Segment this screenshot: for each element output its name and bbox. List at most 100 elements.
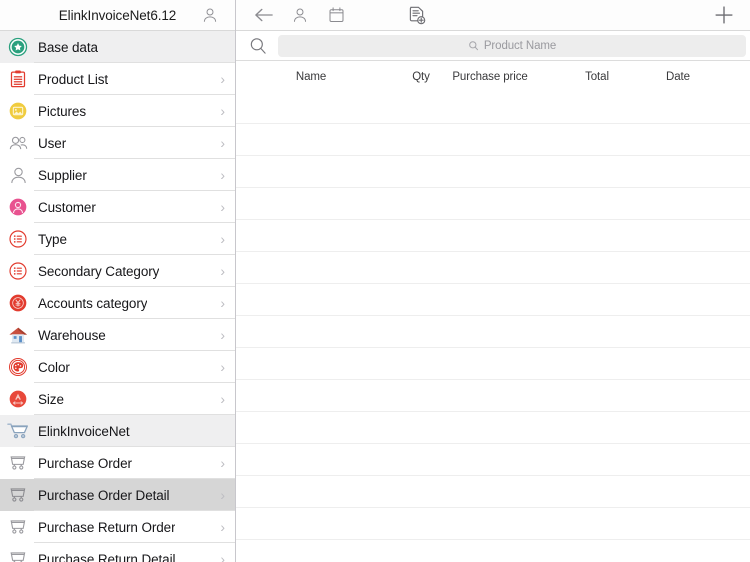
cart-icon (6, 547, 30, 562)
sidebar-item-size[interactable]: Size › (0, 383, 235, 415)
table-row[interactable] (236, 156, 750, 188)
sidebar-item-label: Product List (38, 71, 109, 87)
sidebar-item-label: Pictures (38, 103, 86, 119)
person-outline-icon (6, 163, 30, 187)
sidebar-item-label: ElinkInvoiceNet (38, 423, 130, 439)
table-row[interactable] (236, 284, 750, 316)
cart-filled-icon (6, 419, 30, 443)
table-row[interactable] (236, 412, 750, 444)
sidebar-item-label: User (38, 135, 67, 151)
document-add-icon[interactable] (402, 3, 430, 27)
chevron-right-icon: › (220, 231, 225, 247)
chevron-right-icon: › (220, 487, 225, 503)
column-header-purchase-price[interactable]: Purchase price (452, 71, 527, 83)
table-row[interactable] (236, 124, 750, 156)
sidebar-item-customer[interactable]: Customer › (0, 191, 235, 223)
table-row[interactable] (236, 508, 750, 540)
sidebar-item-purchase-return-order[interactable]: Purchase Return Order › (0, 511, 235, 543)
app-window: ElinkInvoiceNet6.12 Base data Product Li… (0, 0, 750, 562)
chevron-right-icon: › (220, 199, 225, 215)
table-row[interactable] (236, 252, 750, 284)
sidebar-item-warehouse[interactable]: Warehouse › (0, 319, 235, 351)
table-row[interactable] (236, 92, 750, 124)
house-icon (6, 323, 30, 347)
sidebar-item-label: Purchase Order Detail (38, 487, 170, 503)
back-arrow-icon[interactable] (250, 3, 278, 27)
main-panel: Product Name Name Qty Purchase price Tot… (236, 0, 750, 562)
chevron-right-icon: › (220, 135, 225, 151)
list-circle-icon (6, 259, 30, 283)
column-header-qty[interactable]: Qty (412, 71, 430, 83)
column-header-name[interactable]: Name (296, 71, 326, 83)
sidebar-item-label: Type (38, 231, 67, 247)
sidebar-item-label: Accounts category (38, 295, 148, 311)
sidebar-item-accounts-category[interactable]: Accounts category › (0, 287, 235, 319)
sidebar-item-user[interactable]: User › (0, 127, 235, 159)
table-row[interactable] (236, 444, 750, 476)
table-row[interactable] (236, 316, 750, 348)
app-title: ElinkInvoiceNet6.12 (58, 7, 177, 23)
table-header: Name Qty Purchase price Total Date (236, 61, 750, 92)
chevron-right-icon: › (220, 519, 225, 535)
clipboard-icon (6, 67, 30, 91)
chevron-right-icon: › (220, 295, 225, 311)
sidebar-item-label: Purchase Order (38, 455, 132, 471)
chevron-right-icon: › (220, 359, 225, 375)
sidebar-item-secondary-category[interactable]: Secondary Category › (0, 255, 235, 287)
sidebar: ElinkInvoiceNet6.12 Base data Product Li… (0, 0, 236, 562)
sidebar-item-label: Color (38, 359, 70, 375)
sidebar-item-pictures[interactable]: Pictures › (0, 95, 235, 127)
calendar-icon[interactable] (322, 3, 350, 27)
picture-icon (6, 99, 30, 123)
cart-icon (6, 483, 30, 507)
table-row[interactable] (236, 348, 750, 380)
chevron-right-icon: › (220, 551, 225, 562)
sidebar-item-purchase-return-detail[interactable]: Purchase Return Detail › (0, 543, 235, 562)
chevron-right-icon: › (220, 167, 225, 183)
search-bar: Product Name (236, 31, 750, 61)
table-row[interactable] (236, 540, 750, 562)
sidebar-item-label: Supplier (38, 167, 87, 183)
sidebar-header: ElinkInvoiceNet6.12 (0, 0, 235, 31)
table-row[interactable] (236, 476, 750, 508)
chevron-right-icon: › (220, 103, 225, 119)
column-header-date[interactable]: Date (666, 71, 690, 83)
sidebar-item-purchase-order[interactable]: Purchase Order › (0, 447, 235, 479)
sidebar-item-type[interactable]: Type › (0, 223, 235, 255)
sidebar-item-supplier[interactable]: Supplier › (0, 159, 235, 191)
table-row[interactable] (236, 380, 750, 412)
chevron-right-icon: › (220, 455, 225, 471)
palette-icon (6, 355, 30, 379)
table-row[interactable] (236, 188, 750, 220)
sidebar-list: Base data › Product List › (0, 31, 235, 562)
sidebar-item-label: Secondary Category (38, 263, 160, 279)
sidebar-item-label: Size (38, 391, 64, 407)
users-icon (6, 131, 30, 155)
main-toolbar (236, 0, 750, 31)
size-icon (6, 387, 30, 411)
person-icon[interactable] (201, 6, 219, 24)
search-icon[interactable] (244, 35, 272, 57)
chevron-right-icon: › (220, 327, 225, 343)
plus-icon[interactable] (712, 3, 736, 27)
sidebar-item-color[interactable]: Color › (0, 351, 235, 383)
sidebar-item-label: Purchase Return Detail (38, 551, 176, 562)
sidebar-item-base-data[interactable]: Base data › (0, 31, 235, 63)
sidebar-item-label: Customer (38, 199, 96, 215)
table-row[interactable] (236, 220, 750, 252)
sidebar-item-product-list[interactable]: Product List › (0, 63, 235, 95)
chevron-right-icon: › (220, 263, 225, 279)
search-icon (469, 41, 478, 51)
person-icon[interactable] (286, 3, 314, 27)
table-body (236, 92, 750, 562)
yen-circle-icon (6, 291, 30, 315)
search-placeholder: Product Name (483, 39, 557, 52)
sidebar-item-purchase-order-detail[interactable]: Purchase Order Detail › (0, 479, 235, 511)
cart-icon (6, 451, 30, 475)
chevron-right-icon: › (220, 391, 225, 407)
column-header-total[interactable]: Total (585, 71, 609, 83)
sidebar-section-elinkinvoicenet[interactable]: ElinkInvoiceNet › (0, 415, 235, 447)
search-input[interactable]: Product Name (278, 34, 746, 57)
sidebar-item-label: Warehouse (38, 327, 106, 343)
sidebar-item-label: Purchase Return Order (38, 519, 176, 535)
